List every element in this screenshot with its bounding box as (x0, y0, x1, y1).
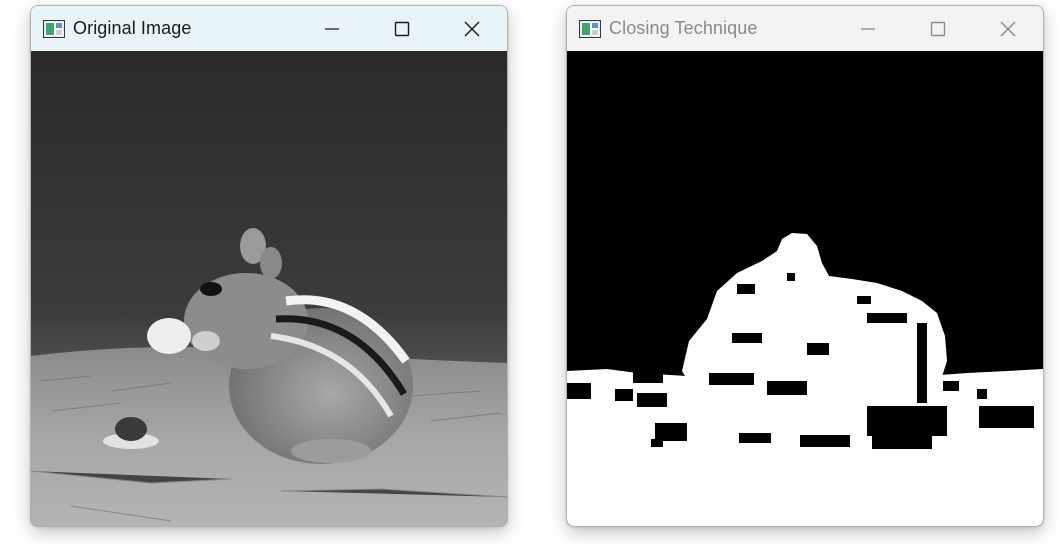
minimize-icon (861, 27, 875, 30)
maximize-icon (930, 21, 946, 36)
minimize-icon (325, 27, 339, 30)
app-window-icon (43, 19, 65, 38)
maximize-button[interactable] (367, 6, 437, 51)
minimize-button[interactable] (297, 6, 367, 51)
closing-technique-window: Closing Technique (566, 5, 1044, 527)
minimize-button[interactable] (833, 6, 903, 51)
app-window-icon (579, 19, 601, 38)
close-button[interactable] (973, 6, 1043, 51)
binary-mask-image (567, 51, 1043, 526)
title-bar[interactable]: Original Image (31, 6, 507, 51)
closing-result-canvas (567, 51, 1043, 526)
title-bar[interactable]: Closing Technique (567, 6, 1043, 51)
original-image-canvas (31, 51, 507, 526)
window-title: Original Image (73, 18, 192, 38)
close-button[interactable] (437, 6, 507, 51)
close-icon (464, 21, 480, 36)
maximize-icon (394, 21, 410, 36)
maximize-button[interactable] (903, 6, 973, 51)
chipmunk-photo (31, 51, 507, 526)
window-title: Closing Technique (609, 18, 758, 38)
close-icon (1000, 21, 1016, 36)
original-image-window: Original Image (30, 5, 508, 527)
